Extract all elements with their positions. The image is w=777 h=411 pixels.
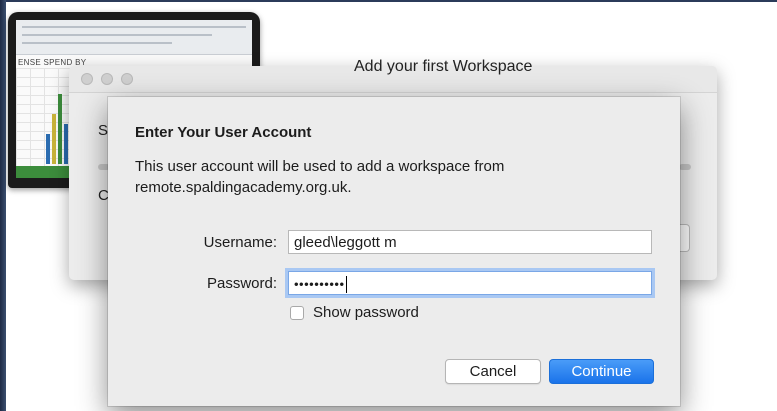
password-label: Password: xyxy=(206,275,277,292)
chart-bar xyxy=(52,114,56,164)
username-label: Username: xyxy=(203,234,277,251)
show-password-label[interactable]: Show password xyxy=(313,304,419,321)
minimize-window-button[interactable] xyxy=(101,73,113,85)
username-field[interactable]: gleed\leggott m xyxy=(288,230,652,254)
user-account-dialog: Enter Your User Account This user accoun… xyxy=(108,97,680,406)
username-value: gleed\leggott m xyxy=(294,234,397,251)
dialog-description: This user account will be used to add a … xyxy=(135,158,505,196)
workspace-progress-track xyxy=(679,164,691,170)
zoom-window-button[interactable] xyxy=(121,73,133,85)
chart-bar xyxy=(58,94,62,164)
password-field[interactable]: •••••••••• xyxy=(288,271,652,295)
close-window-button[interactable] xyxy=(81,73,93,85)
password-masked-value: •••••••••• xyxy=(294,276,345,292)
cancel-button[interactable]: Cancel xyxy=(445,359,541,384)
chart-bar xyxy=(46,134,50,164)
dialog-title: Enter Your User Account xyxy=(135,124,312,141)
workspace-heading: Add your first Workspace xyxy=(354,58,533,75)
show-password-checkbox[interactable] xyxy=(290,306,304,320)
text-caret xyxy=(345,275,347,293)
screen-left-edge xyxy=(0,0,6,411)
screen-top-edge xyxy=(0,0,777,2)
continue-button[interactable]: Continue xyxy=(549,359,654,384)
workspace-partial-text: S xyxy=(98,122,109,139)
chart-bar xyxy=(64,124,68,164)
spreadsheet-ribbon xyxy=(16,20,252,55)
